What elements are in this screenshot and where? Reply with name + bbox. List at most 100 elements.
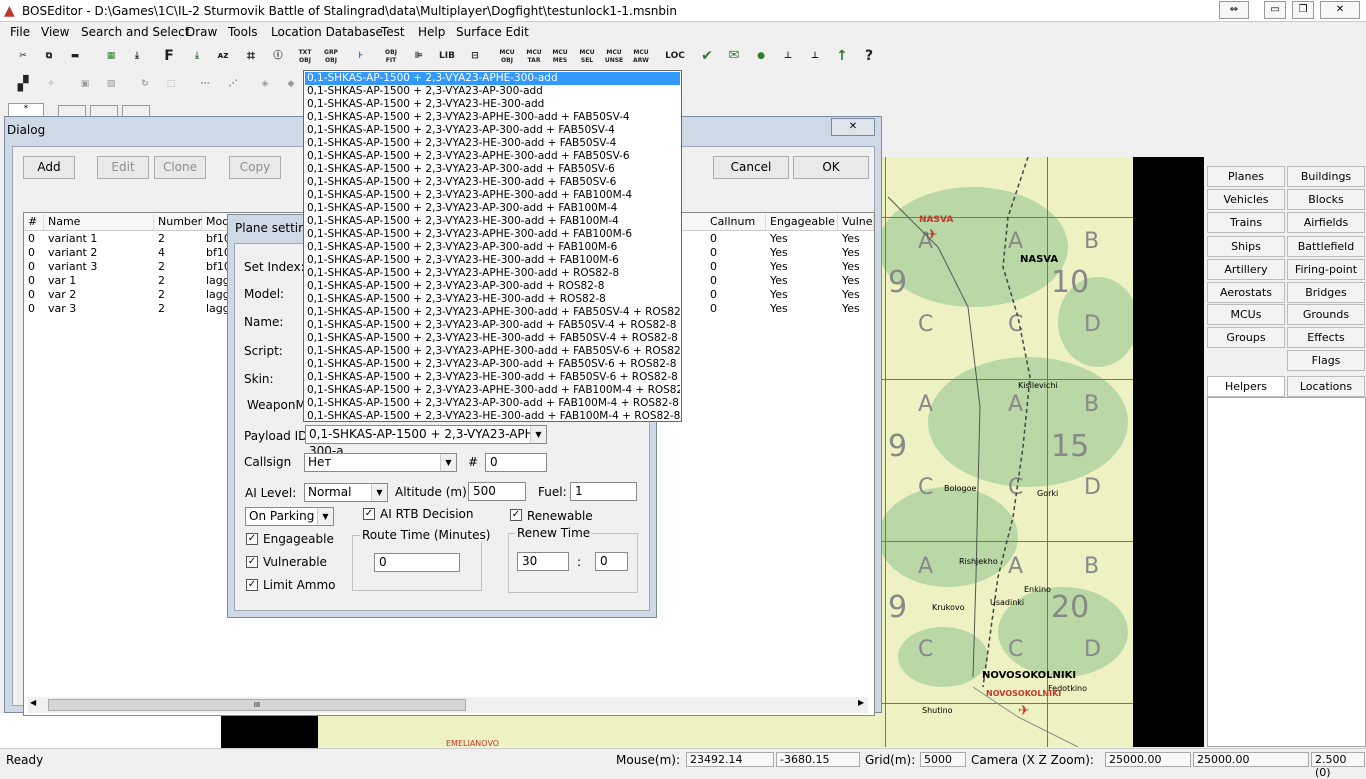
airfield-icon-2[interactable]: ✈ bbox=[1018, 703, 1030, 719]
text-object-icon[interactable]: TXT OBJ bbox=[294, 46, 316, 66]
dialog-close-button[interactable]: ✕ bbox=[831, 118, 875, 136]
menu-location-database[interactable]: Location Database bbox=[271, 25, 383, 39]
menu-draw[interactable]: Draw bbox=[186, 25, 217, 39]
payload-option[interactable]: 0,1-SHKAS-AP-1500 + 2,3-VYA23-HE-300-add… bbox=[305, 371, 680, 384]
import-icon[interactable]: ⤓ bbox=[126, 46, 148, 66]
layer-2-icon[interactable]: ⊥ bbox=[804, 46, 826, 66]
menu-search-select[interactable]: Search and Select bbox=[81, 25, 189, 39]
payload-option[interactable]: 0,1-SHKAS-AP-1500 + 2,3-VYA23-HE-300-add bbox=[305, 98, 680, 111]
download-icon[interactable]: ⤓ bbox=[186, 46, 208, 66]
payload-option[interactable]: 0,1-SHKAS-AP-1500 + 2,3-VYA23-APHE-300-a… bbox=[305, 345, 680, 358]
payload-option[interactable]: 0,1-SHKAS-AP-1500 + 2,3-VYA23-AP-300-add… bbox=[305, 124, 680, 137]
restore-down-icon[interactable]: ⇔ bbox=[1219, 1, 1249, 19]
payload-option[interactable]: 0,1-SHKAS-AP-1500 + 2,3-VYA23-APHE-300-a… bbox=[305, 72, 680, 85]
payload-option[interactable]: 0,1-SHKAS-AP-1500 + 2,3-VYA23-AP-300-add… bbox=[305, 397, 680, 410]
cut-icon[interactable]: ✂ bbox=[12, 46, 34, 66]
green-dot-icon[interactable]: ● bbox=[750, 46, 772, 66]
renew-minutes-input[interactable]: 30 bbox=[517, 552, 569, 571]
menu-view[interactable]: View bbox=[41, 25, 69, 39]
panel-flags-button[interactable]: Flags bbox=[1287, 350, 1365, 371]
object-fit-icon[interactable]: OBJ FIT bbox=[380, 46, 402, 66]
payload-option[interactable]: 0,1-SHKAS-AP-1500 + 2,3-VYA23-HE-300-add… bbox=[305, 293, 680, 306]
col-name[interactable]: Name bbox=[44, 214, 154, 230]
grid-icon[interactable]: ⌗ bbox=[240, 46, 262, 66]
payload-option[interactable]: 0,1-SHKAS-AP-1500 + 2,3-VYA23-AP-300-add… bbox=[305, 280, 680, 293]
checker-icon[interactable]: ▞ bbox=[12, 74, 34, 94]
vulnerable-checkbox[interactable]: ✓ bbox=[246, 556, 258, 568]
scroll-thumb[interactable]: III bbox=[48, 699, 466, 711]
copy-button[interactable]: Copy bbox=[229, 156, 281, 179]
panel-bridges-button[interactable]: Bridges bbox=[1287, 282, 1365, 303]
library-icon[interactable]: LIB bbox=[436, 46, 458, 66]
payload-option[interactable]: 0,1-SHKAS-AP-1500 + 2,3-VYA23-APHE-300-a… bbox=[305, 228, 680, 241]
pointer-icon[interactable]: ⊦ bbox=[350, 46, 372, 66]
fill-icon[interactable]: ◆ bbox=[280, 74, 302, 94]
callsign-number-input[interactable]: 0 bbox=[485, 453, 547, 472]
col-vulnerable[interactable]: Vulne bbox=[838, 214, 874, 230]
location-icon[interactable]: LOC bbox=[664, 46, 686, 66]
col-callnum[interactable]: Callnum bbox=[706, 214, 766, 230]
minimize-button[interactable]: ▭ bbox=[1264, 1, 1286, 19]
mcu-arrow-icon[interactable]: MCU ARW bbox=[630, 46, 652, 66]
mcu-select-icon[interactable]: MCU SEL bbox=[576, 46, 598, 66]
payload-option[interactable]: 0,1-SHKAS-AP-1500 + 2,3-VYA23-HE-300-add… bbox=[305, 215, 680, 228]
menu-file[interactable]: File bbox=[10, 25, 30, 39]
panel-vehicles-button[interactable]: Vehicles bbox=[1207, 189, 1285, 210]
payload-option[interactable]: 0,1-SHKAS-AP-1500 + 2,3-VYA23-HE-300-add… bbox=[305, 254, 680, 267]
payload-option[interactable]: 0,1-SHKAS-AP-1500 + 2,3-VYA23-AP-300-add bbox=[305, 85, 680, 98]
altitude-input[interactable]: 500 bbox=[468, 482, 526, 501]
chevron-down-icon[interactable]: ▼ bbox=[317, 508, 333, 525]
font-icon[interactable]: F bbox=[158, 46, 180, 66]
map-icon[interactable]: ▦ bbox=[100, 46, 122, 66]
panel-aerostats-button[interactable]: Aerostats bbox=[1207, 282, 1285, 303]
picture-icon[interactable]: ▨ bbox=[100, 74, 122, 94]
add-button[interactable]: Add bbox=[23, 156, 75, 179]
panel-buildings-button[interactable]: Buildings bbox=[1287, 166, 1365, 187]
fuel-input[interactable]: 1 bbox=[570, 482, 637, 501]
mcu-unselect-icon[interactable]: MCU UNSE bbox=[603, 46, 625, 66]
payload-option[interactable]: 0,1-SHKAS-AP-1500 + 2,3-VYA23-APHE-300-a… bbox=[305, 150, 680, 163]
mail-icon[interactable]: ✉ bbox=[723, 46, 745, 66]
list-icon[interactable]: ⊟ bbox=[464, 46, 486, 66]
payload-option[interactable]: 0,1-SHKAS-AP-1500 + 2,3-VYA23-AP-300-add… bbox=[305, 241, 680, 254]
panel-artillery-button[interactable]: Artillery bbox=[1207, 259, 1285, 280]
payload-option[interactable]: 0,1-SHKAS-AP-1500 + 2,3-VYA23-AP-300-add… bbox=[305, 358, 680, 371]
panel-battlefield-button[interactable]: Battlefield bbox=[1287, 236, 1365, 257]
col-number[interactable]: Number bbox=[154, 214, 202, 230]
ai-level-select[interactable]: Normal ▼ bbox=[304, 483, 388, 502]
payload-option[interactable]: 0,1-SHKAS-AP-1500 + 2,3-VYA23-APHE-300-a… bbox=[305, 306, 680, 319]
chevron-down-icon[interactable]: ▼ bbox=[371, 484, 387, 501]
close-button[interactable]: ✕ bbox=[1320, 1, 1360, 19]
layer-1-icon[interactable]: ⊥ bbox=[777, 46, 799, 66]
scroll-left-icon[interactable]: ◀ bbox=[30, 698, 36, 707]
panel-firing-point-button[interactable]: Firing-point bbox=[1287, 259, 1365, 280]
col-index[interactable]: # bbox=[24, 214, 44, 230]
parking-select[interactable]: On Parking ▼ bbox=[245, 507, 334, 526]
payload-option[interactable]: 0,1-SHKAS-AP-1500 + 2,3-VYA23-HE-300-add… bbox=[305, 332, 680, 345]
menu-tools[interactable]: Tools bbox=[228, 25, 258, 39]
ruler-icon[interactable]: ▬ bbox=[64, 46, 86, 66]
panel-airfields-button[interactable]: Airfields bbox=[1287, 212, 1365, 233]
panel-groups-button[interactable]: Groups bbox=[1207, 327, 1285, 348]
route-time-input[interactable]: 0 bbox=[374, 553, 460, 572]
mcu-target-icon[interactable]: MCU TAR bbox=[523, 46, 545, 66]
chevron-down-icon[interactable]: ▼ bbox=[440, 454, 456, 471]
ai-rtb-checkbox[interactable]: ✓ bbox=[363, 508, 375, 520]
payload-option[interactable]: 0,1-SHKAS-AP-1500 + 2,3-VYA23-APHE-300-a… bbox=[305, 267, 680, 280]
callsign-select[interactable]: Нет ▼ bbox=[304, 453, 457, 472]
mcu-object-icon[interactable]: MCU OBJ bbox=[496, 46, 518, 66]
node-icon[interactable]: ⋰ bbox=[222, 74, 244, 94]
select-area-icon[interactable]: ⬚ bbox=[160, 74, 182, 94]
menu-help[interactable]: Help bbox=[418, 25, 445, 39]
payload-option[interactable]: 0,1-SHKAS-AP-1500 + 2,3-VYA23-AP-300-add… bbox=[305, 202, 680, 215]
scroll-right-icon[interactable]: ▶ bbox=[858, 698, 864, 707]
payload-option[interactable]: 0,1-SHKAS-AP-1500 + 2,3-VYA23-HE-300-add… bbox=[305, 176, 680, 189]
menu-test[interactable]: Test bbox=[381, 25, 405, 39]
tab-locations[interactable]: Locations bbox=[1287, 376, 1365, 397]
maximize-button[interactable]: ❐ bbox=[1292, 1, 1314, 19]
payload-option[interactable]: 0,1-SHKAS-AP-1500 + 2,3-VYA23-HE-300-add… bbox=[305, 137, 680, 150]
payload-option[interactable]: 0,1-SHKAS-AP-1500 + 2,3-VYA23-AP-300-add… bbox=[305, 163, 680, 176]
group-object-icon[interactable]: GRP OBJ bbox=[320, 46, 342, 66]
payload-option[interactable]: 0,1-SHKAS-AP-1500 + 2,3-VYA23-APHE-300-a… bbox=[305, 189, 680, 202]
tab-star[interactable]: * bbox=[8, 103, 44, 117]
